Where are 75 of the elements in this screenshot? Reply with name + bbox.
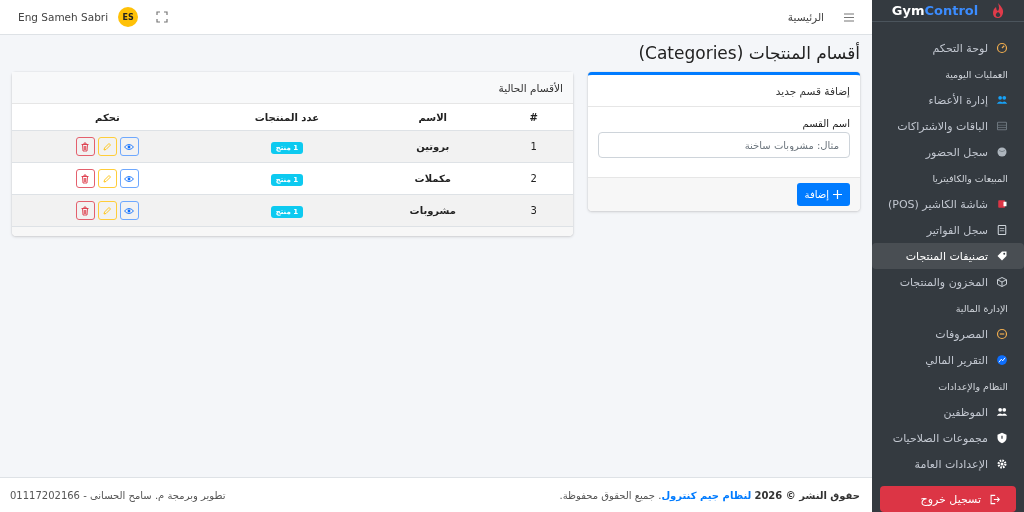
view-button[interactable] <box>119 201 139 220</box>
pencil-icon <box>102 141 113 152</box>
book-icon <box>996 224 1008 236</box>
category-name: مشروبات <box>409 205 456 216</box>
chart-icon <box>996 354 1008 366</box>
category-name: مكملات <box>414 173 451 184</box>
register-icon <box>996 198 1008 210</box>
eye-icon <box>124 205 135 216</box>
card-icon <box>996 120 1008 132</box>
eye-icon <box>124 141 135 152</box>
brand-name: Gym <box>891 3 925 18</box>
coin-icon <box>996 328 1008 340</box>
column-header: # <box>529 111 538 123</box>
nav-section-header: العمليات اليومية <box>944 67 1009 82</box>
nav-item[interactable]: المصروفات <box>872 321 1024 347</box>
nav-item[interactable]: شاشة الكاشير (POS) <box>872 191 1024 217</box>
eye-icon <box>124 173 135 184</box>
shield-icon <box>996 432 1008 444</box>
nav-item[interactable]: الإعدادات العامة <box>872 451 1024 477</box>
delete-button[interactable] <box>75 137 95 156</box>
developer-credit: تطوير وبرمجة م. سامح الحسانى - 01117202166 <box>10 489 226 501</box>
nav-section-header: المبيعات والكافيتريا <box>931 171 1009 186</box>
system-link[interactable]: لنظام جيم كنترول <box>661 489 752 501</box>
user-name[interactable]: Eng Sameh Sabri <box>18 11 109 23</box>
view-button[interactable] <box>119 169 139 188</box>
copyright-text: حقوق النشر © 2026 لنظام جيم كنترول. جميع الحقوق محفوظة. <box>559 489 860 501</box>
gear-icon <box>996 458 1008 470</box>
nav-item[interactable]: الموظفين <box>872 399 1024 425</box>
column-header: عدد المنتجات <box>254 111 320 123</box>
card-title: إضافة قسم جديد <box>775 84 850 97</box>
page-title: أقسام المنتجات (Categories) <box>637 43 860 63</box>
nav-item[interactable]: إدارة الأعضاء <box>872 87 1024 113</box>
menu-icon[interactable] <box>844 12 854 22</box>
table-cell: 3 <box>530 205 537 216</box>
users-icon <box>996 94 1008 106</box>
logout-button[interactable]: تسجيل خروج <box>880 486 1016 512</box>
pencil-icon <box>102 205 113 216</box>
user-avatar[interactable]: ES <box>118 7 139 27</box>
table-cell: 1 <box>530 141 537 152</box>
column-header: الاسم <box>418 111 448 123</box>
column-header: تحكم <box>95 111 120 123</box>
edit-button[interactable] <box>97 169 117 188</box>
fullscreen-icon[interactable] <box>156 11 169 23</box>
nav-item[interactable]: التقرير المالي <box>872 347 1024 373</box>
nav-item[interactable]: سجل الحضور <box>872 139 1024 165</box>
trash-icon <box>80 205 91 216</box>
nav-section-header: الإدارة المالية <box>954 301 1009 317</box>
tag-icon <box>996 250 1008 262</box>
nav-item[interactable]: الباقات والاشتراكات <box>872 113 1024 139</box>
field-label: اسم القسم <box>801 118 850 129</box>
category-name: بروتين <box>416 141 450 152</box>
table-cell: 2 <box>530 173 537 184</box>
card-title: الأقسام الحالية <box>498 81 563 94</box>
nav-section-header: النظام والإعدادات <box>937 379 1009 394</box>
box-icon <box>996 276 1008 288</box>
nav-item[interactable]: مجموعات الصلاحيات <box>872 425 1024 451</box>
gauge-icon <box>996 42 1008 54</box>
nav-item[interactable]: تصنيفات المنتجات <box>872 243 1024 269</box>
trash-icon <box>80 173 91 184</box>
delete-button[interactable] <box>75 169 95 188</box>
input-field[interactable]: مثال: مشروبات ساخنة <box>598 132 850 158</box>
home-link[interactable]: الرئيسية <box>787 11 824 23</box>
delete-button[interactable] <box>75 201 95 220</box>
trash-icon <box>80 141 91 152</box>
plus-icon <box>833 190 842 199</box>
users-icon <box>996 406 1008 418</box>
nav-item[interactable]: المخزون والمنتجات <box>872 269 1024 295</box>
nav-item[interactable]: سجل الفواتير <box>872 217 1024 243</box>
view-button[interactable] <box>119 137 139 156</box>
pencil-icon <box>102 173 113 184</box>
logout-icon <box>989 493 1000 505</box>
add-button[interactable]: إضافة <box>796 183 850 206</box>
nav-item[interactable]: لوحة التحكم <box>872 35 1024 61</box>
flame-icon <box>992 3 1005 18</box>
brand-name-accent: Control <box>924 3 979 18</box>
